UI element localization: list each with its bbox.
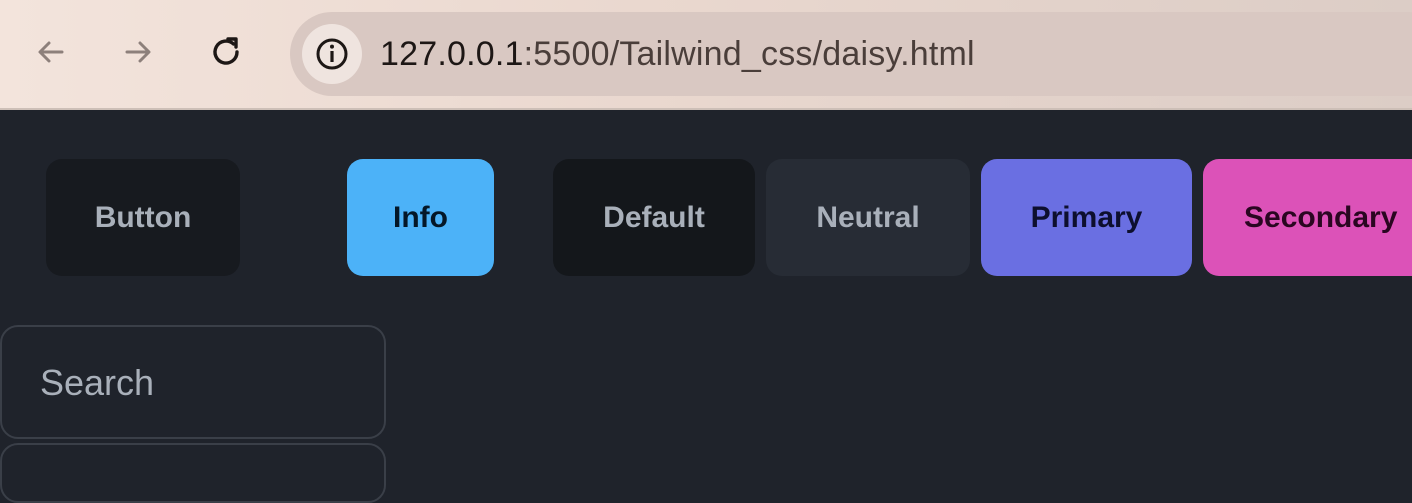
arrow-right-icon — [125, 41, 151, 63]
page-content: Button Info Default Neutral Primary Seco… — [0, 110, 1412, 503]
url-host: 127.0.0.1 — [380, 35, 524, 73]
forward-button[interactable] — [110, 24, 166, 80]
search-field[interactable] — [0, 325, 386, 439]
info-button[interactable]: Info — [347, 159, 494, 276]
address-bar[interactable]: 127.0.0.1:5500/Tailwind_css/daisy.html — [290, 12, 1412, 96]
reload-button[interactable] — [198, 24, 254, 80]
arrow-left-icon — [38, 41, 64, 63]
back-button[interactable] — [23, 24, 79, 80]
primary-button[interactable]: Primary — [981, 159, 1192, 276]
secondary-button[interactable]: Secondary — [1203, 159, 1412, 276]
reload-icon — [213, 37, 239, 65]
second-input-field[interactable] — [0, 443, 386, 503]
info-circle-icon — [316, 38, 348, 70]
default-button[interactable]: Default — [553, 159, 755, 276]
url-text[interactable]: 127.0.0.1:5500/Tailwind_css/daisy.html — [380, 32, 975, 76]
neutral-button[interactable]: Neutral — [766, 159, 970, 276]
button-button[interactable]: Button — [46, 159, 240, 276]
url-path: :5500/Tailwind_css/daisy.html — [523, 35, 975, 73]
browser-toolbar: 127.0.0.1:5500/Tailwind_css/daisy.html — [0, 0, 1412, 110]
site-info-button[interactable] — [302, 24, 362, 84]
search-input[interactable] — [38, 357, 362, 409]
